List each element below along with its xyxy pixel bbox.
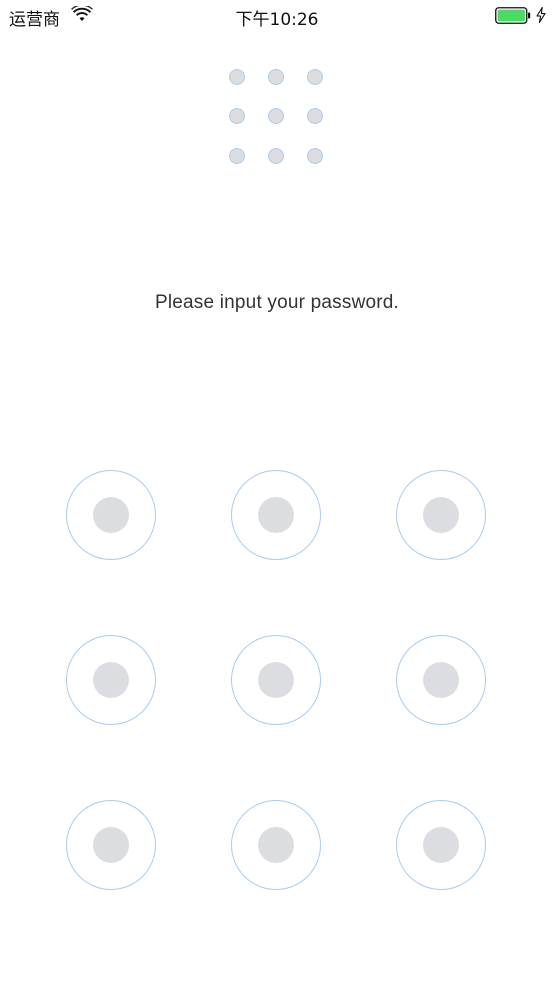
node-center xyxy=(258,662,294,698)
pattern-node-1[interactable] xyxy=(66,470,156,560)
status-time: 下午10:26 xyxy=(235,10,319,30)
charging-bolt-icon xyxy=(536,7,546,23)
preview-dot xyxy=(229,148,245,164)
pattern-node-3[interactable] xyxy=(396,470,486,560)
pattern-node-5[interactable] xyxy=(231,635,321,725)
node-center xyxy=(423,497,459,533)
pattern-node-4[interactable] xyxy=(66,635,156,725)
node-center xyxy=(258,497,294,533)
pattern-node-9[interactable] xyxy=(396,800,486,890)
preview-dot xyxy=(307,148,323,164)
pattern-node-7[interactable] xyxy=(66,800,156,890)
preview-dot xyxy=(268,69,284,85)
preview-dot xyxy=(268,108,284,124)
pattern-preview xyxy=(222,62,332,172)
node-center xyxy=(258,827,294,863)
pattern-node-8[interactable] xyxy=(231,800,321,890)
preview-dot xyxy=(229,108,245,124)
preview-dot xyxy=(307,108,323,124)
node-center xyxy=(423,827,459,863)
node-center xyxy=(423,662,459,698)
pattern-node-2[interactable] xyxy=(231,470,321,560)
password-prompt: Please input your password. xyxy=(154,292,400,313)
status-bar: 运营商 下午10:26 xyxy=(0,0,554,32)
preview-dot xyxy=(268,148,284,164)
pattern-node-6[interactable] xyxy=(396,635,486,725)
node-center xyxy=(93,497,129,533)
preview-dot xyxy=(307,69,323,85)
node-center xyxy=(93,662,129,698)
node-center xyxy=(93,827,129,863)
preview-dot xyxy=(229,69,245,85)
lock-screen: 运营商 下午10:26 Please input your password. xyxy=(0,0,554,986)
battery-icon xyxy=(495,7,531,24)
